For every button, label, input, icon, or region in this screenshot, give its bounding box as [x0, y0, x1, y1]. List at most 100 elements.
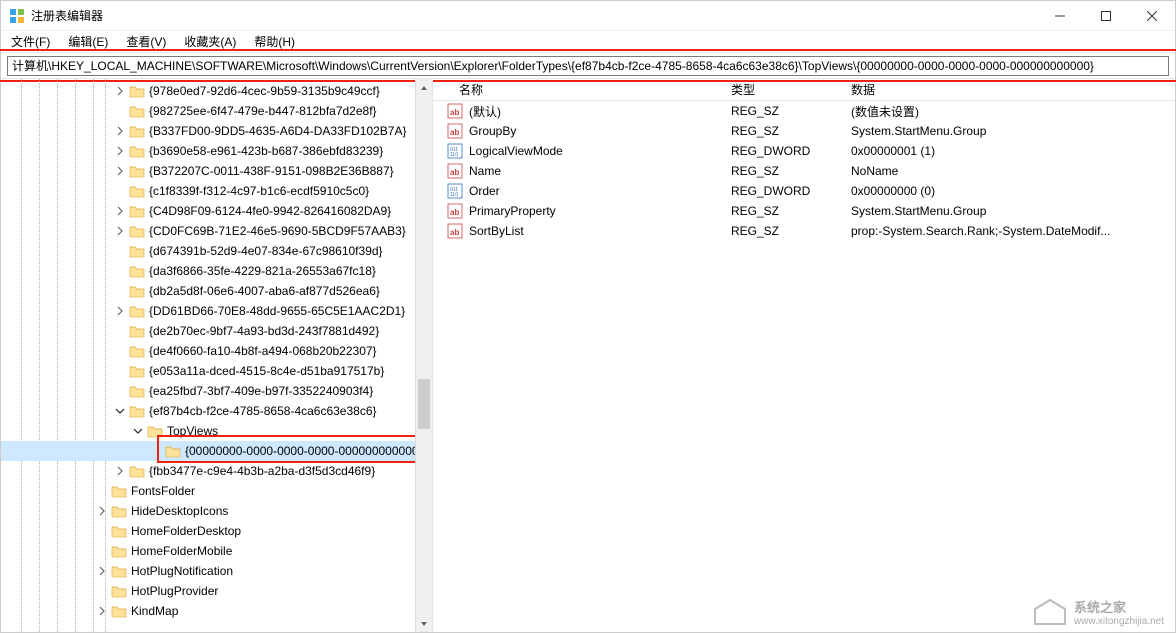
- binary-value-icon: 011110: [447, 143, 463, 159]
- address-input[interactable]: 计算机\HKEY_LOCAL_MACHINE\SOFTWARE\Microsof…: [7, 56, 1169, 76]
- tree-row[interactable]: HomeFolderDesktop: [1, 521, 432, 541]
- expander-icon[interactable]: [113, 144, 127, 158]
- menu-edit[interactable]: 编辑(E): [62, 31, 114, 52]
- folder-icon: [129, 164, 145, 178]
- list-pane: 名称 类型 数据 ab(默认)REG_SZ(数值未设置)abGroupByREG…: [433, 79, 1175, 632]
- value-data: System.StartMenu.Group: [851, 204, 986, 218]
- folder-icon: [129, 84, 145, 98]
- list-header[interactable]: 名称 类型 数据: [433, 79, 1175, 101]
- tree-row[interactable]: {c1f8339f-f312-4c97-b1c6-ecdf5910c5c0}: [1, 181, 432, 201]
- tree-item-label: {978e0ed7-92d6-4cec-9b59-3135b9c49ccf}: [149, 84, 386, 98]
- titlebar[interactable]: 注册表编辑器: [1, 1, 1175, 31]
- string-value-icon: ab: [447, 103, 463, 119]
- tree-row[interactable]: {fbb3477e-c9e4-4b3b-a2ba-d3f5d3cd46f9}: [1, 461, 432, 481]
- value-type: REG_SZ: [731, 224, 779, 238]
- expander-icon[interactable]: [95, 504, 109, 518]
- expander-icon[interactable]: [113, 404, 127, 418]
- menu-view[interactable]: 查看(V): [120, 31, 172, 52]
- expander-icon[interactable]: [113, 124, 127, 138]
- tree-row[interactable]: {e053a11a-dced-4515-8c4e-d51ba917517b}: [1, 361, 432, 381]
- list-row[interactable]: ab(默认)REG_SZ(数值未设置): [433, 101, 1175, 121]
- list-row[interactable]: 011110LogicalViewModeREG_DWORD0x00000001…: [433, 141, 1175, 161]
- tree-row[interactable]: FontsFolder: [1, 481, 432, 501]
- expander-icon[interactable]: [113, 224, 127, 238]
- list-row[interactable]: abGroupByREG_SZSystem.StartMenu.Group: [433, 121, 1175, 141]
- tree-row[interactable]: HideDesktopIcons: [1, 501, 432, 521]
- tree-row[interactable]: {ea25fbd7-3bf7-409e-b97f-3352240903f4}: [1, 381, 432, 401]
- tree-row[interactable]: {de2b70ec-9bf7-4a93-bd3d-243f7881d492}: [1, 321, 432, 341]
- value-name: LogicalViewMode: [469, 144, 563, 158]
- list-row[interactable]: abSortByListREG_SZprop:-System.Search.Ra…: [433, 221, 1175, 241]
- tree-row[interactable]: {ef87b4cb-f2ce-4785-8658-4ca6c63e38c6}: [1, 401, 432, 421]
- minimize-button[interactable]: [1037, 1, 1083, 31]
- menu-file[interactable]: 文件(F): [5, 31, 56, 52]
- expander-placeholder: [113, 284, 127, 298]
- list-body[interactable]: ab(默认)REG_SZ(数值未设置)abGroupByREG_SZSystem…: [433, 101, 1175, 632]
- tree-scrollbar[interactable]: [415, 79, 432, 632]
- tree-row[interactable]: TopViews: [1, 421, 432, 441]
- tree-pane[interactable]: {978e0ed7-92d6-4cec-9b59-3135b9c49ccf} {9…: [1, 79, 433, 632]
- tree-row[interactable]: {de4f0660-fa10-4b8f-a494-068b20b22307}: [1, 341, 432, 361]
- tree-item-label: HomeFolderMobile: [131, 544, 238, 558]
- svg-text:ab: ab: [450, 108, 459, 117]
- tree-row[interactable]: HotPlugNotification: [1, 561, 432, 581]
- scroll-thumb[interactable]: [418, 379, 430, 429]
- close-button[interactable]: [1129, 1, 1175, 31]
- value-data: 0x00000000 (0): [851, 184, 935, 198]
- value-name: PrimaryProperty: [469, 204, 556, 218]
- tree-row[interactable]: {982725ee-6f47-479e-b447-812bfa7d2e8f}: [1, 101, 432, 121]
- tree-row[interactable]: {CD0FC69B-71E2-46e5-9690-5BCD9F57AAB3}: [1, 221, 432, 241]
- scroll-down-button[interactable]: [416, 615, 432, 632]
- list-row[interactable]: abPrimaryPropertyREG_SZSystem.StartMenu.…: [433, 201, 1175, 221]
- tree-item-label: {fbb3477e-c9e4-4b3b-a2ba-d3f5d3cd46f9}: [149, 464, 381, 478]
- expander-icon[interactable]: [113, 164, 127, 178]
- window-controls: [1037, 1, 1175, 31]
- value-data: NoName: [851, 164, 898, 178]
- folder-icon: [129, 124, 145, 138]
- expander-icon[interactable]: [131, 424, 145, 438]
- expander-icon[interactable]: [113, 84, 127, 98]
- value-name: Order: [469, 184, 500, 198]
- folder-icon: [111, 484, 127, 498]
- header-data[interactable]: 数据: [843, 81, 1175, 98]
- tree-row[interactable]: {B372207C-0011-438F-9151-098B2E36B887}: [1, 161, 432, 181]
- tree-row[interactable]: HotPlugProvider: [1, 581, 432, 601]
- tree-row[interactable]: {00000000-0000-0000-0000-000000000000}: [1, 441, 432, 461]
- svg-text:ab: ab: [450, 128, 459, 137]
- tree-row[interactable]: {C4D98F09-6124-4fe0-9942-826416082DA9}: [1, 201, 432, 221]
- menu-help[interactable]: 帮助(H): [248, 31, 301, 52]
- list-row[interactable]: abNameREG_SZNoName: [433, 161, 1175, 181]
- tree-item-label: {C4D98F09-6124-4fe0-9942-826416082DA9}: [149, 204, 397, 218]
- tree-item-label: TopViews: [167, 424, 224, 438]
- tree-item-label: {de2b70ec-9bf7-4a93-bd3d-243f7881d492}: [149, 324, 385, 338]
- tree-row[interactable]: {DD61BD66-70E8-48dd-9655-65C5E1AAC2D1}: [1, 301, 432, 321]
- value-type: REG_DWORD: [731, 144, 810, 158]
- binary-value-icon: 011110: [447, 183, 463, 199]
- folder-icon: [129, 344, 145, 358]
- tree-row[interactable]: {da3f6866-35fe-4229-821a-26553a67fc18}: [1, 261, 432, 281]
- scroll-up-button[interactable]: [416, 79, 432, 96]
- expander-icon[interactable]: [95, 604, 109, 618]
- expander-icon[interactable]: [113, 304, 127, 318]
- tree-item-label: FontsFolder: [131, 484, 201, 498]
- tree-row[interactable]: {978e0ed7-92d6-4cec-9b59-3135b9c49ccf}: [1, 81, 432, 101]
- expander-icon[interactable]: [113, 464, 127, 478]
- folder-icon: [111, 584, 127, 598]
- tree-item-label: {b3690e58-e961-423b-b687-386ebfd83239}: [149, 144, 389, 158]
- expander-icon[interactable]: [113, 204, 127, 218]
- tree-row[interactable]: KindMap: [1, 601, 432, 621]
- maximize-button[interactable]: [1083, 1, 1129, 31]
- folder-icon: [129, 384, 145, 398]
- expander-placeholder: [95, 544, 109, 558]
- tree-row[interactable]: {d674391b-52d9-4e07-834e-67c98610f39d}: [1, 241, 432, 261]
- header-name[interactable]: 名称: [433, 81, 723, 98]
- tree-row[interactable]: {B337FD00-9DD5-4635-A6D4-DA33FD102B7A}: [1, 121, 432, 141]
- header-type[interactable]: 类型: [723, 81, 843, 98]
- expander-icon[interactable]: [95, 564, 109, 578]
- tree-row[interactable]: HomeFolderMobile: [1, 541, 432, 561]
- value-type: REG_SZ: [731, 164, 779, 178]
- tree-row[interactable]: {b3690e58-e961-423b-b687-386ebfd83239}: [1, 141, 432, 161]
- menu-favorites[interactable]: 收藏夹(A): [178, 31, 242, 52]
- tree-row[interactable]: {db2a5d8f-06e6-4007-aba6-af877d526ea6}: [1, 281, 432, 301]
- list-row[interactable]: 011110OrderREG_DWORD0x00000000 (0): [433, 181, 1175, 201]
